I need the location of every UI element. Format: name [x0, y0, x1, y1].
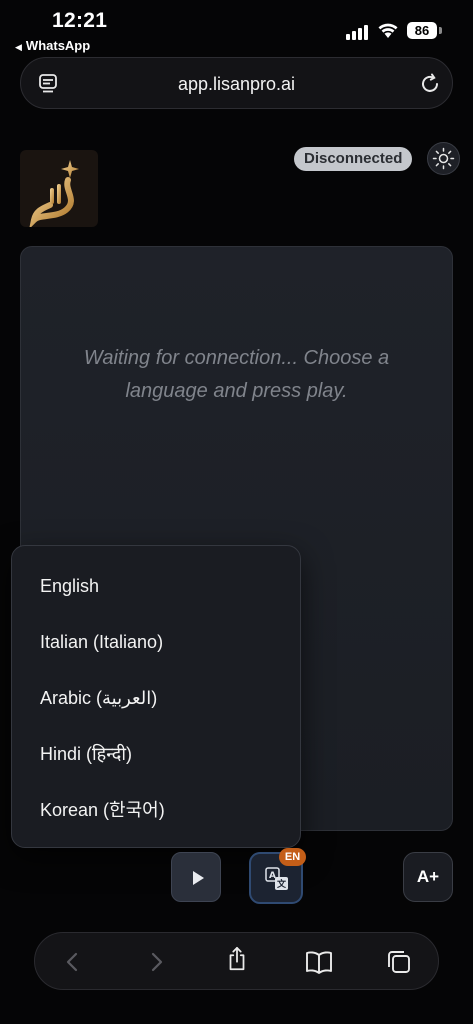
connection-status-badge: Disconnected — [294, 147, 413, 171]
theme-toggle-button[interactable] — [427, 142, 460, 175]
browser-toolbar — [34, 932, 439, 990]
play-button[interactable] — [171, 852, 221, 902]
logo-mark — [29, 160, 79, 227]
svg-text:文: 文 — [276, 878, 287, 890]
battery-icon: 86 — [407, 22, 437, 39]
address-bar[interactable]: app.lisanpro.ai — [20, 57, 453, 109]
back-triangle-icon: ◀ — [15, 42, 22, 52]
chevron-right-icon[interactable] — [143, 949, 169, 975]
translate-icon: A 文 — [265, 867, 288, 890]
sun-icon — [432, 147, 455, 170]
language-option-italian[interactable]: Italian (Italiano) — [12, 616, 300, 672]
svg-text:A: A — [269, 871, 276, 881]
language-option-arabic[interactable]: Arabic (العربية) — [12, 672, 300, 728]
chevron-left-icon[interactable] — [60, 949, 86, 975]
current-language-badge: EN — [279, 848, 306, 866]
status-bar: 12:21 ◀ WhatsApp 86 — [0, 0, 473, 56]
tabs-overview-icon[interactable] — [386, 949, 412, 975]
language-option-hindi[interactable]: Hindi (हिन्दी) — [12, 728, 300, 784]
play-icon — [193, 871, 204, 885]
waiting-message: Waiting for connection... Choose a langu… — [83, 347, 390, 402]
clock: 12:21 — [52, 9, 108, 32]
battery-tip — [439, 27, 442, 34]
font-size-button[interactable]: A+ — [403, 852, 453, 902]
back-app-label: WhatsApp — [25, 38, 91, 53]
wifi-icon — [378, 23, 398, 38]
language-option-korean[interactable]: Korean (한국어) — [12, 784, 300, 840]
url-text[interactable]: app.lisanpro.ai — [21, 58, 452, 110]
language-menu: English Italian (Italiano) Arabic (العرب… — [11, 545, 301, 848]
cellular-signal-icon — [346, 24, 372, 40]
back-to-app-link[interactable]: ◀ WhatsApp — [15, 38, 90, 53]
share-icon[interactable] — [224, 946, 250, 972]
app-logo — [20, 150, 98, 227]
language-option-english[interactable]: English — [12, 560, 300, 616]
book-icon[interactable] — [305, 949, 333, 975]
reload-icon[interactable] — [418, 72, 442, 96]
